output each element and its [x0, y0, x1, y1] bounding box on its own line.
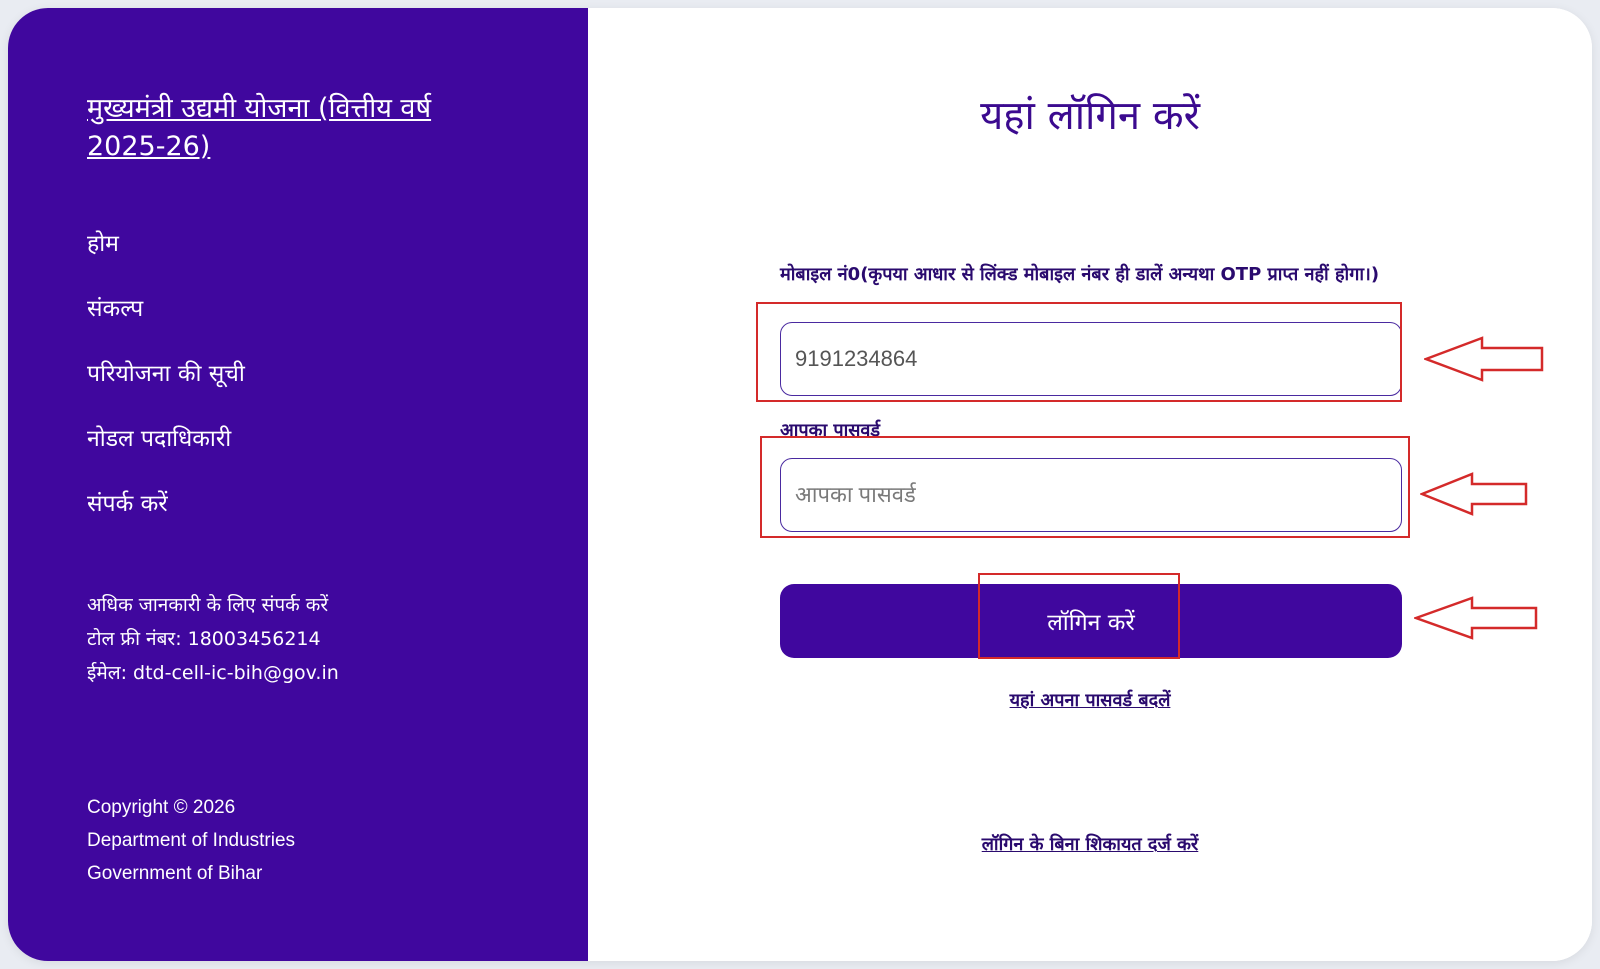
- complaint-without-login-link[interactable]: लॉगिन के बिना शिकायत दर्ज करें: [588, 832, 1592, 856]
- nav-item-project-list[interactable]: परियोजना की सूची: [87, 358, 245, 423]
- contact-heading: अधिक जानकारी के लिए संपर्क करें: [87, 594, 329, 616]
- password-label: आपका पासवर्ड: [780, 420, 881, 441]
- nav-item-home[interactable]: होम: [87, 228, 245, 293]
- nav-item-nodal-officer[interactable]: नोडल पदाधिकारी: [87, 423, 245, 488]
- copyright: Copyright © 2026 Department of Industrie…: [87, 791, 295, 890]
- sidebar-nav: होम संकल्प परियोजना की सूची नोडल पदाधिका…: [87, 228, 245, 553]
- app-window: मुख्यमंत्री उद्यमी योजना (वित्तीय वर्ष 2…: [8, 8, 1592, 961]
- login-heading: यहां लॉगिन करें: [980, 93, 1200, 139]
- annotation-arrow-login: [1414, 596, 1538, 640]
- copyright-government: Government of Bihar: [87, 863, 263, 884]
- mobile-input[interactable]: [780, 322, 1402, 396]
- login-button[interactable]: लॉगिन करें: [780, 584, 1402, 658]
- sidebar: मुख्यमंत्री उद्यमी योजना (वित्तीय वर्ष 2…: [8, 8, 588, 961]
- annotation-arrow-mobile: [1424, 336, 1544, 382]
- copyright-department: Department of Industries: [87, 830, 296, 851]
- password-input[interactable]: [780, 458, 1402, 532]
- contact-info: अधिक जानकारी के लिए संपर्क करें टोल फ्री…: [87, 588, 339, 690]
- nav-item-resolution[interactable]: संकल्प: [87, 293, 245, 358]
- nav-item-contact[interactable]: संपर्क करें: [87, 488, 245, 553]
- mobile-label: मोबाइल नं0(कृपया आधार से लिंक्ड मोबाइल न…: [780, 264, 1380, 285]
- annotation-arrow-password: [1420, 472, 1528, 516]
- toll-free-number: टोल फ्री नंबर: 18003456214: [87, 628, 321, 650]
- scheme-title-link[interactable]: मुख्यमंत्री उद्यमी योजना (वित्तीय वर्ष 2…: [87, 90, 487, 166]
- change-password-link[interactable]: यहां अपना पासवर्ड बदलें: [588, 688, 1592, 712]
- copyright-year: Copyright © 2026: [87, 797, 236, 818]
- login-panel: यहां लॉगिन करें मोबाइल नं0(कृपया आधार से…: [588, 8, 1592, 961]
- contact-email: ईमेल: dtd-cell-ic-bih@gov.in: [87, 662, 339, 684]
